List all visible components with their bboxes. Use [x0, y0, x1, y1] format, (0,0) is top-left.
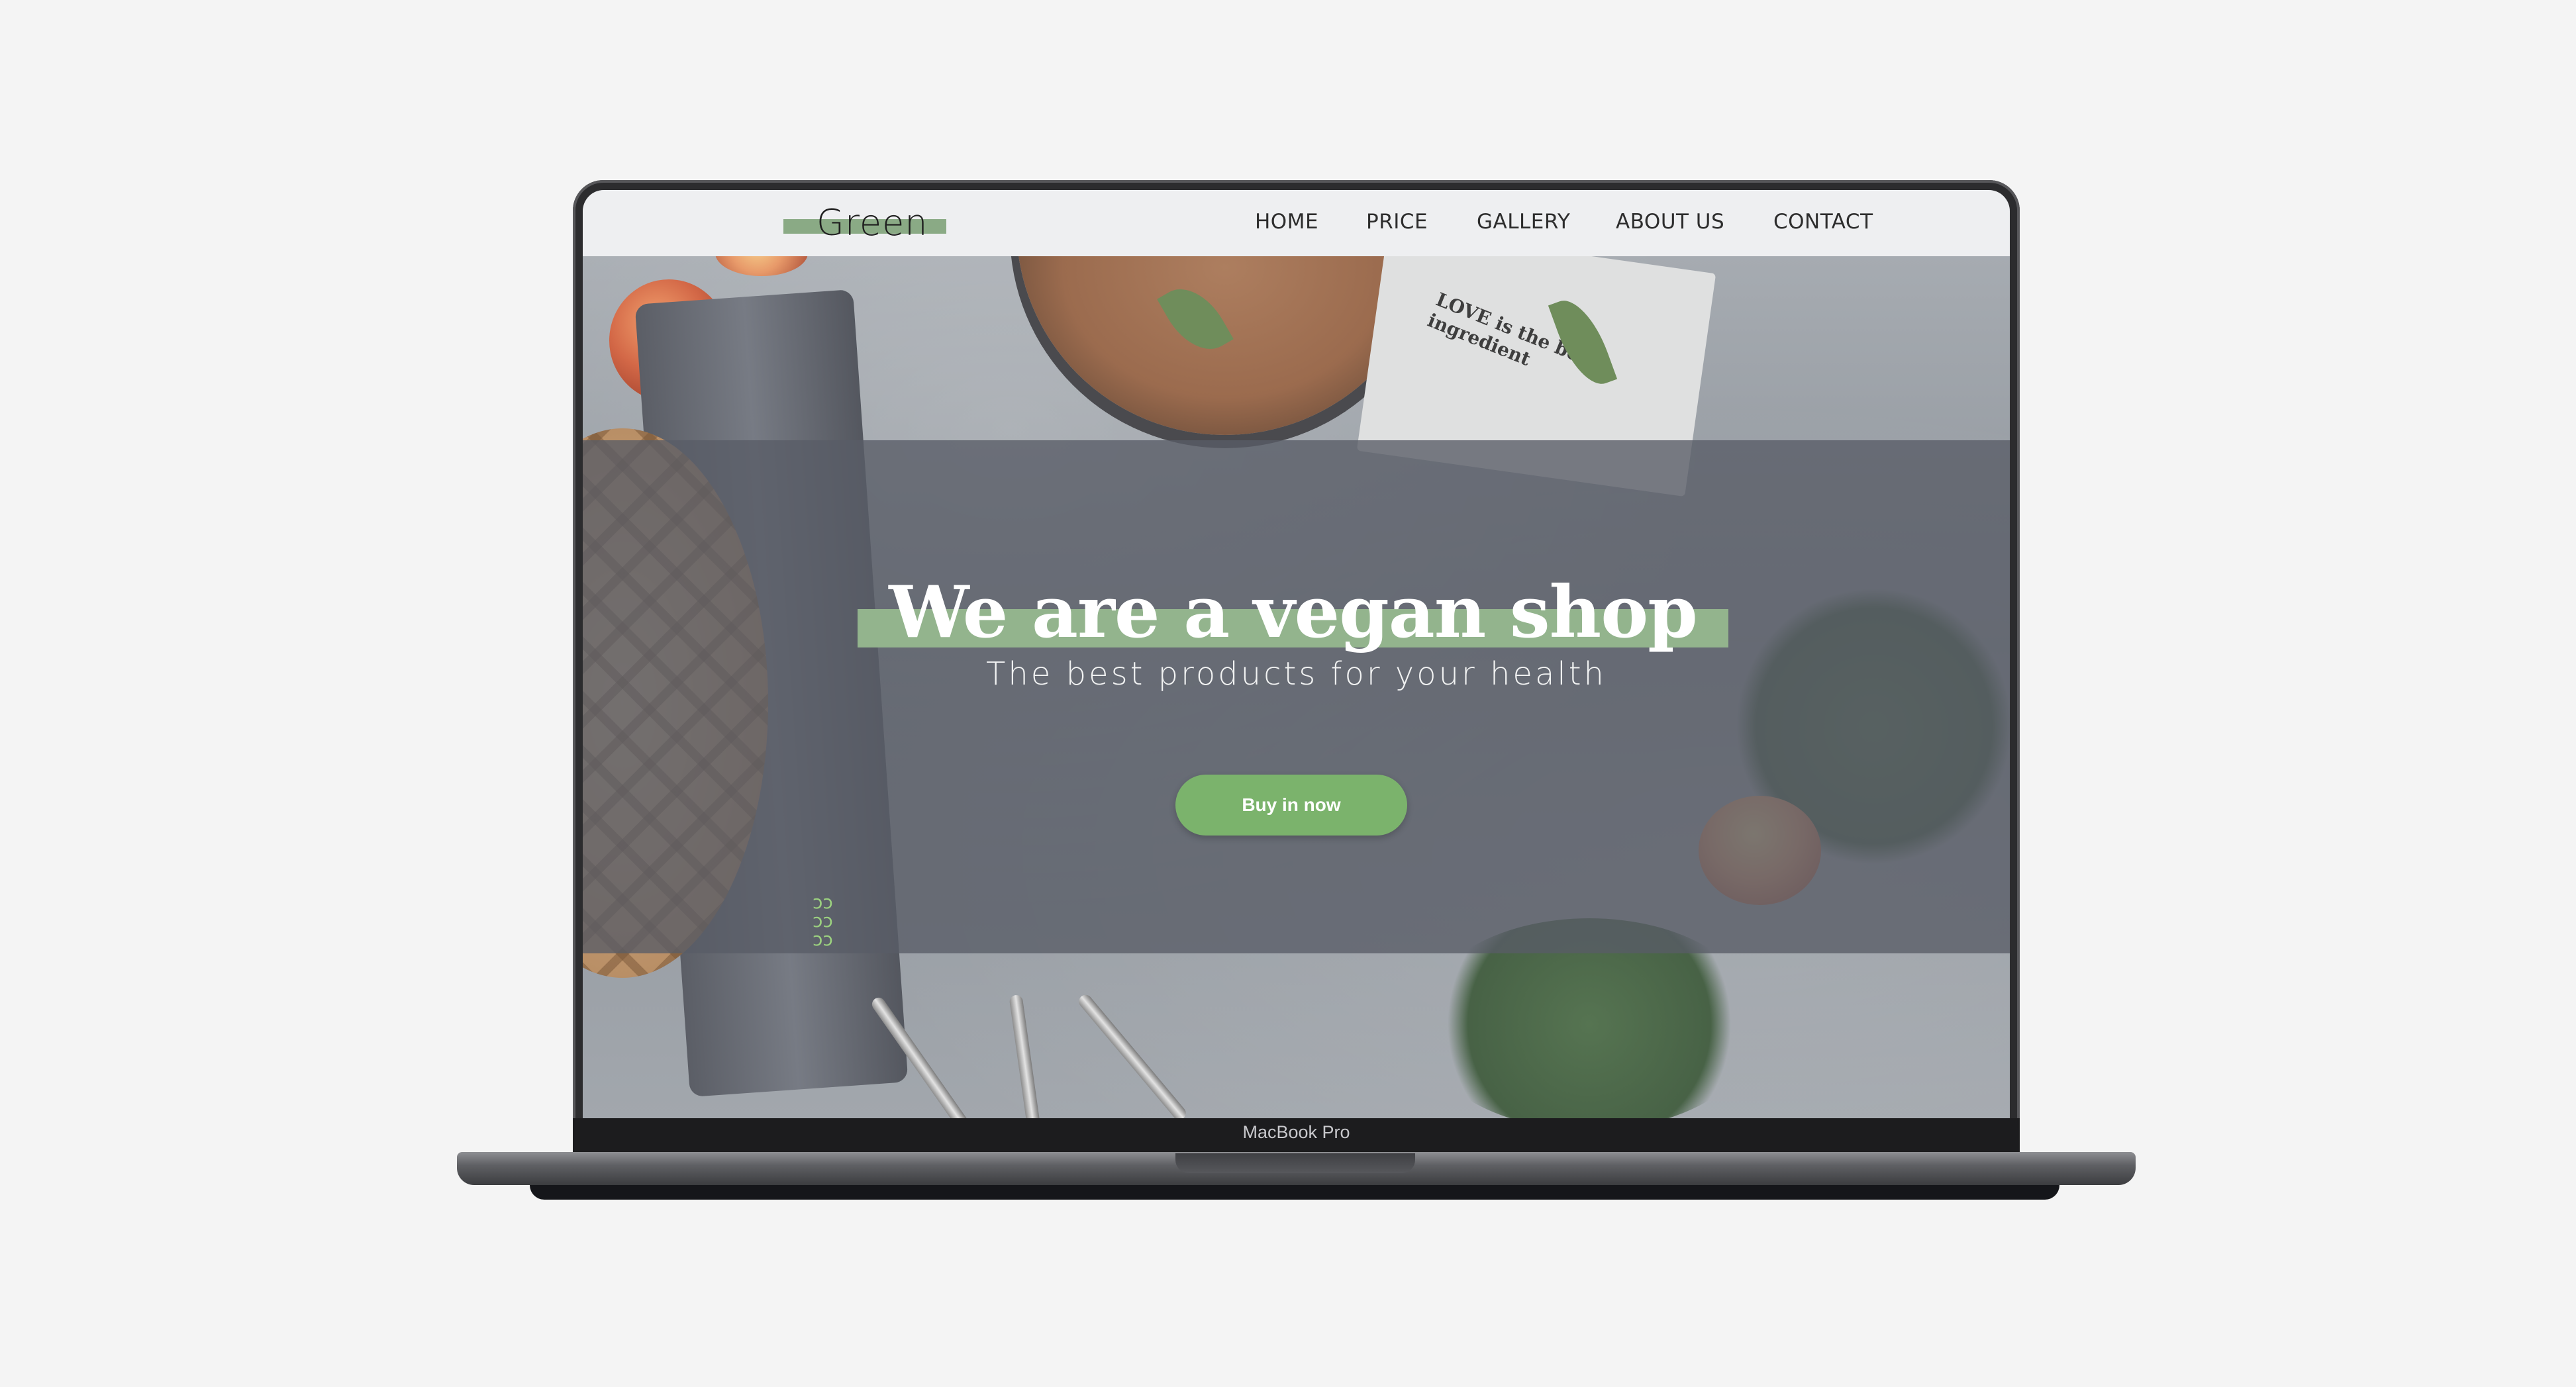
hero-headline: We are a vegan shop	[889, 571, 1698, 654]
laptop-screen: LOVE is the best ingredient Green HOME P…	[583, 190, 2010, 1118]
nav-price[interactable]: PRICE	[1366, 210, 1428, 234]
laptop-base-shadow	[530, 1185, 2059, 1200]
site-header: Green HOME PRICE GALLERY ABOUT US CONTAC…	[583, 190, 2010, 256]
buy-now-label: Buy in now	[1242, 794, 1341, 815]
buy-now-button[interactable]: Buy in now	[1175, 775, 1407, 836]
headline-wrap: We are a vegan shop	[858, 569, 1728, 655]
nav-contact[interactable]: CONTACT	[1773, 210, 1873, 234]
main-nav: HOME PRICE GALLERY ABOUT US CONTACT	[583, 210, 2010, 236]
laptop-open-notch	[1175, 1153, 1415, 1173]
swirl-decoration-icon: ↄↄ ↄↄ ↄↄ	[813, 891, 833, 950]
model-label: MacBook Pro	[1242, 1122, 1350, 1142]
nav-about-us[interactable]: ABOUT US	[1616, 210, 1724, 234]
laptop-chin: MacBook Pro	[573, 1118, 2020, 1153]
nav-home[interactable]: HOME	[1255, 210, 1318, 234]
hero-subheadline: The best products for your health	[986, 655, 1607, 693]
fork-image	[1009, 994, 1044, 1118]
fork-image	[1076, 992, 1189, 1118]
mockup-stage: LOVE is the best ingredient Green HOME P…	[0, 0, 2576, 1387]
nav-gallery[interactable]: GALLERY	[1477, 210, 1570, 234]
hero-section: We are a vegan shop The best products fo…	[583, 440, 2010, 953]
